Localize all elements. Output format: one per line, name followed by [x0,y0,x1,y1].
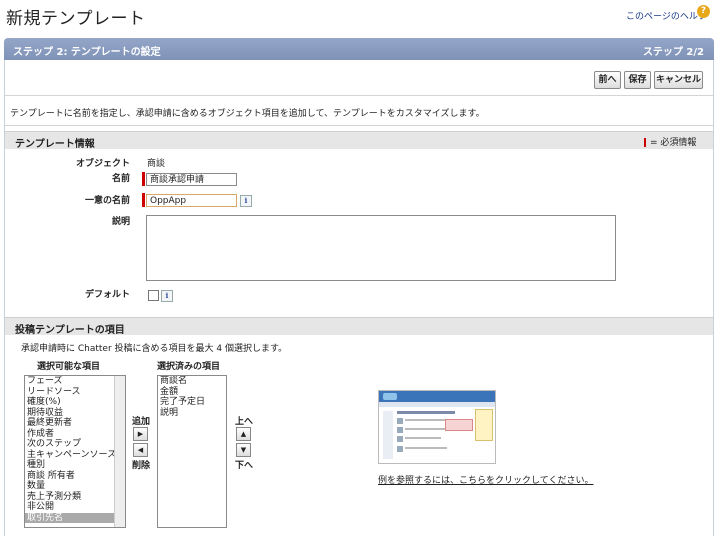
divider [5,125,713,126]
required-note: = 必須情報 [650,138,697,148]
list-item[interactable]: 説明 [158,408,226,419]
default-label: デフォルト [84,290,130,300]
object-label: オブジェクト [75,159,130,169]
section-title: 投稿テンプレートの項目 [15,325,125,336]
list-item[interactable]: 商談名 [158,376,226,387]
description-label: 説明 [111,217,130,227]
divider [5,95,713,96]
list-item[interactable]: 主キャンペーンソース [25,450,125,461]
info-icon[interactable]: i [240,195,252,207]
list-item[interactable]: 商談 所有者 [25,471,125,482]
section-template-info: テンプレート情報 [5,131,713,150]
post-instruction: 承認申請時に Chatter 投稿に含める項目を最大 4 個選択します。 [21,344,288,354]
step-counter: ステップ 2/2 [642,47,704,58]
save-button[interactable]: 保存 [624,71,651,89]
cancel-button[interactable]: キャンセル [654,71,703,89]
object-value: 商談 [147,159,166,169]
remove-arrow-button[interactable]: ◀ [133,443,148,457]
move-down-button[interactable]: ▼ [236,443,251,457]
required-marker [644,138,646,147]
list-item[interactable]: 完了予定日 [158,397,226,408]
page-description: テンプレートに名前を指定し、承認申請に含めるオブジェクト項目を追加して、テンプレ… [10,109,485,119]
list-item[interactable]: 次のステップ [25,439,125,450]
unique-name-input[interactable]: OppApp [146,194,237,207]
add-label: 追加 [132,417,151,427]
list-item[interactable]: 確度(%) [25,397,125,408]
available-items-header: 選択可能な項目 [37,362,101,372]
required-legend: = 必須情報 [644,135,696,148]
example-thumbnail[interactable] [378,390,496,464]
unique-name-label: 一意の名前 [84,196,130,206]
prev-button[interactable]: 前へ [594,71,621,89]
default-checkbox[interactable] [148,290,159,301]
list-item[interactable]: フェーズ [25,376,125,387]
selected-items-list[interactable]: 商談名 金額 完了予定日 説明 [157,375,227,528]
available-items-list[interactable]: フェーズ リードソース 確度(%) 期待収益 最終更新者 作成者 次のステップ 主キャンペーン… [24,375,126,528]
step-bar: ステップ 2: テンプレートの設定 ステップ 2/2 [4,38,714,60]
list-item[interactable]: 作成者 [25,429,125,440]
list-item[interactable]: リードソース [25,387,125,398]
add-arrow-button[interactable]: ▶ [133,427,148,441]
question-icon[interactable]: ? [697,5,710,18]
move-up-button[interactable]: ▲ [236,427,251,441]
info-icon[interactable]: i [161,290,173,302]
example-link[interactable]: 例を参照するには、こちらをクリックしてください。 [378,473,593,486]
page-title: 新規テンプレート [6,9,146,29]
list-item[interactable]: 取引先名 [25,512,125,523]
help-link[interactable]: このページのヘルプ [626,9,707,22]
section-post-template: 投稿テンプレートの項目 [5,317,713,336]
list-item[interactable]: 期待収益 [25,408,125,419]
list-item[interactable]: 数量 [25,481,125,492]
down-label: 下へ [235,461,254,471]
remove-label: 削除 [132,461,151,471]
description-textarea[interactable] [146,215,616,281]
name-input[interactable]: 商談承認申請 [146,173,237,186]
section-title: テンプレート情報 [15,139,95,150]
name-label: 名前 [111,174,130,184]
selected-items-header: 選択済みの項目 [157,362,221,372]
list-item[interactable]: 金額 [158,387,226,398]
list-item[interactable]: 種別 [25,460,125,471]
required-marker [142,172,145,186]
scrollbar[interactable] [114,376,125,527]
list-item[interactable]: 売上予測分類 [25,492,125,503]
list-item[interactable]: 非公開 [25,502,125,513]
required-marker [142,193,145,207]
up-label: 上へ [235,417,254,427]
list-item[interactable]: 最終更新者 [25,418,125,429]
step-title: ステップ 2: テンプレートの設定 [13,47,161,58]
